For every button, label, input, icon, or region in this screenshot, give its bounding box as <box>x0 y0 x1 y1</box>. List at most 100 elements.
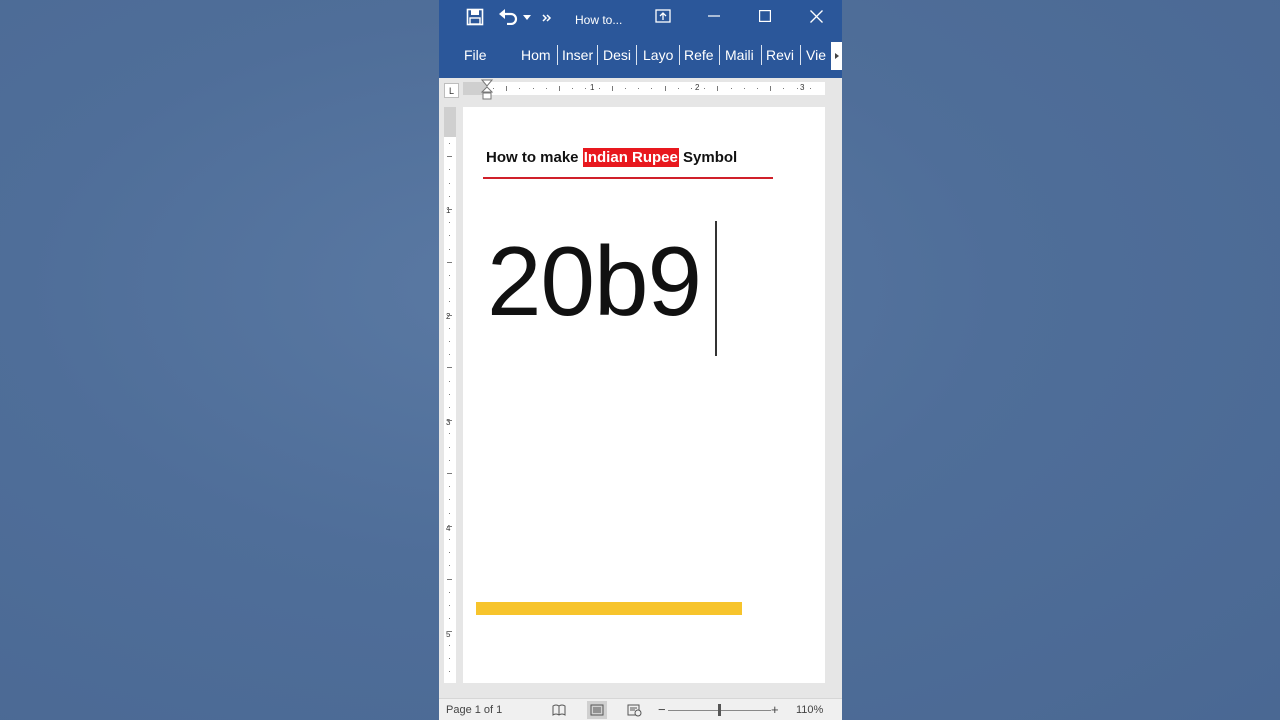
ruler-tick <box>449 486 450 488</box>
ruler-tick <box>757 88 758 89</box>
ruler-tick <box>770 86 772 91</box>
ruler-number: 1 <box>590 83 595 92</box>
tab-mailings[interactable]: Maili <box>725 45 759 65</box>
horizontal-ruler[interactable]: 1 2 3 <box>463 79 825 100</box>
tab-separator <box>679 45 680 65</box>
read-mode-icon[interactable] <box>552 704 566 716</box>
chevron-right-icon <box>834 53 839 59</box>
vertical-ruler[interactable]: 1 2 3 4 5 <box>444 107 456 683</box>
ruler-tick <box>449 380 450 382</box>
ruler-number: 1 <box>446 206 451 215</box>
ruler-tick <box>449 222 450 224</box>
ribbon-scroll-right-button[interactable] <box>831 42 842 70</box>
ruler-tick <box>447 473 452 474</box>
tab-separator <box>557 45 558 65</box>
ruler-tick <box>449 433 450 435</box>
ruler-tick <box>532 88 534 89</box>
ruler-tick <box>449 327 450 329</box>
ruler-tick <box>783 88 785 89</box>
ruler-tick <box>730 88 732 89</box>
window-title: How to... <box>575 13 623 27</box>
title-bar: How to... <box>439 0 842 38</box>
ruler-tick <box>447 631 452 633</box>
ruler-number: 2 <box>446 312 451 321</box>
ruler-tick <box>449 512 450 514</box>
ruler-tick <box>449 341 450 342</box>
undo-dropdown-icon[interactable] <box>522 12 532 22</box>
ruler-tick <box>519 88 521 89</box>
tab-file[interactable]: File <box>464 45 494 65</box>
web-layout-icon[interactable] <box>627 704 642 717</box>
document-page[interactable]: How to make Indian Rupee Symbol 20b9 <box>463 107 825 683</box>
document-heading: How to make Indian Rupee Symbol <box>486 148 738 167</box>
ruler-tick <box>447 261 452 263</box>
page-count[interactable]: Page 1 of 1 <box>446 704 502 716</box>
tab-insert[interactable]: Inser <box>562 45 595 65</box>
tab-separator <box>636 45 637 65</box>
tab-separator <box>800 45 801 65</box>
ruler-tick <box>447 156 452 158</box>
close-icon[interactable] <box>803 6 829 26</box>
ruler-tick <box>625 88 626 89</box>
ruler-tick <box>598 88 600 89</box>
ruler-tick <box>449 605 450 606</box>
indent-marker-icon[interactable] <box>481 79 493 101</box>
ruler-tick <box>691 88 692 89</box>
tab-review[interactable]: Revi <box>766 45 798 65</box>
ruler-tick <box>743 88 745 89</box>
ruler-tick <box>506 86 508 91</box>
decorative-yellow-bar <box>476 602 742 615</box>
ruler-number: 2 <box>695 83 700 92</box>
ruler-tick <box>677 88 679 89</box>
tab-selector-button[interactable]: L <box>444 83 459 98</box>
tab-references[interactable]: Refe <box>684 45 717 65</box>
ruler-tick <box>449 248 450 250</box>
ribbon-tabs: File Hom Inser Desi Layo Refe Maili Revi… <box>439 38 842 72</box>
heading-text-end: Symbol <box>678 149 738 166</box>
tab-home[interactable]: Hom <box>521 45 555 65</box>
tab-view[interactable]: Vie <box>806 45 828 65</box>
ruler-tick <box>449 657 450 659</box>
tab-separator <box>719 45 720 65</box>
ruler-tick <box>449 301 450 303</box>
ruler-tick <box>449 644 450 646</box>
ruler-tick <box>449 499 450 501</box>
ruler-tick <box>559 86 560 91</box>
ruler-tick <box>664 86 666 91</box>
text-cursor <box>715 221 717 356</box>
zoom-level[interactable]: 110% <box>796 704 823 716</box>
more-commands-icon[interactable] <box>541 12 553 24</box>
ruler-tick <box>572 88 574 89</box>
ruler-tick <box>449 235 450 237</box>
ruler-tick <box>449 354 450 356</box>
word-window: How to... File Hom Inser Desi Layo Refe … <box>439 0 842 720</box>
tab-design[interactable]: Desi <box>603 45 634 65</box>
ruler-tick <box>493 88 494 89</box>
ruler-tick <box>809 88 811 89</box>
ruler-tick <box>449 671 450 672</box>
ruler-tick <box>447 420 452 422</box>
ruler-tick <box>449 618 450 620</box>
ruler-tick <box>449 275 450 276</box>
ruler-tick <box>704 88 706 89</box>
undo-icon[interactable] <box>497 6 519 26</box>
ruler-top-margin <box>444 107 456 137</box>
zoom-out-button[interactable]: − <box>658 702 666 717</box>
print-layout-icon[interactable] <box>587 701 607 719</box>
minimize-icon[interactable] <box>701 6 727 26</box>
tab-separator <box>597 45 598 65</box>
ruler-tick <box>545 88 547 89</box>
zoom-slider-thumb[interactable] <box>718 704 721 716</box>
zoom-in-button[interactable]: + <box>771 702 779 717</box>
ruler-tick <box>449 195 450 197</box>
ruler-tick <box>449 407 450 408</box>
tab-layout[interactable]: Layo <box>643 45 677 65</box>
ruler-tick <box>638 88 640 89</box>
document-body-text[interactable]: 20b9 <box>487 232 702 330</box>
ruler-tick <box>449 552 450 554</box>
ruler-tick <box>449 393 450 395</box>
ruler-tick <box>651 88 653 89</box>
save-icon[interactable] <box>465 7 485 27</box>
ribbon-display-options-icon[interactable] <box>653 7 673 25</box>
maximize-icon[interactable] <box>752 6 778 26</box>
